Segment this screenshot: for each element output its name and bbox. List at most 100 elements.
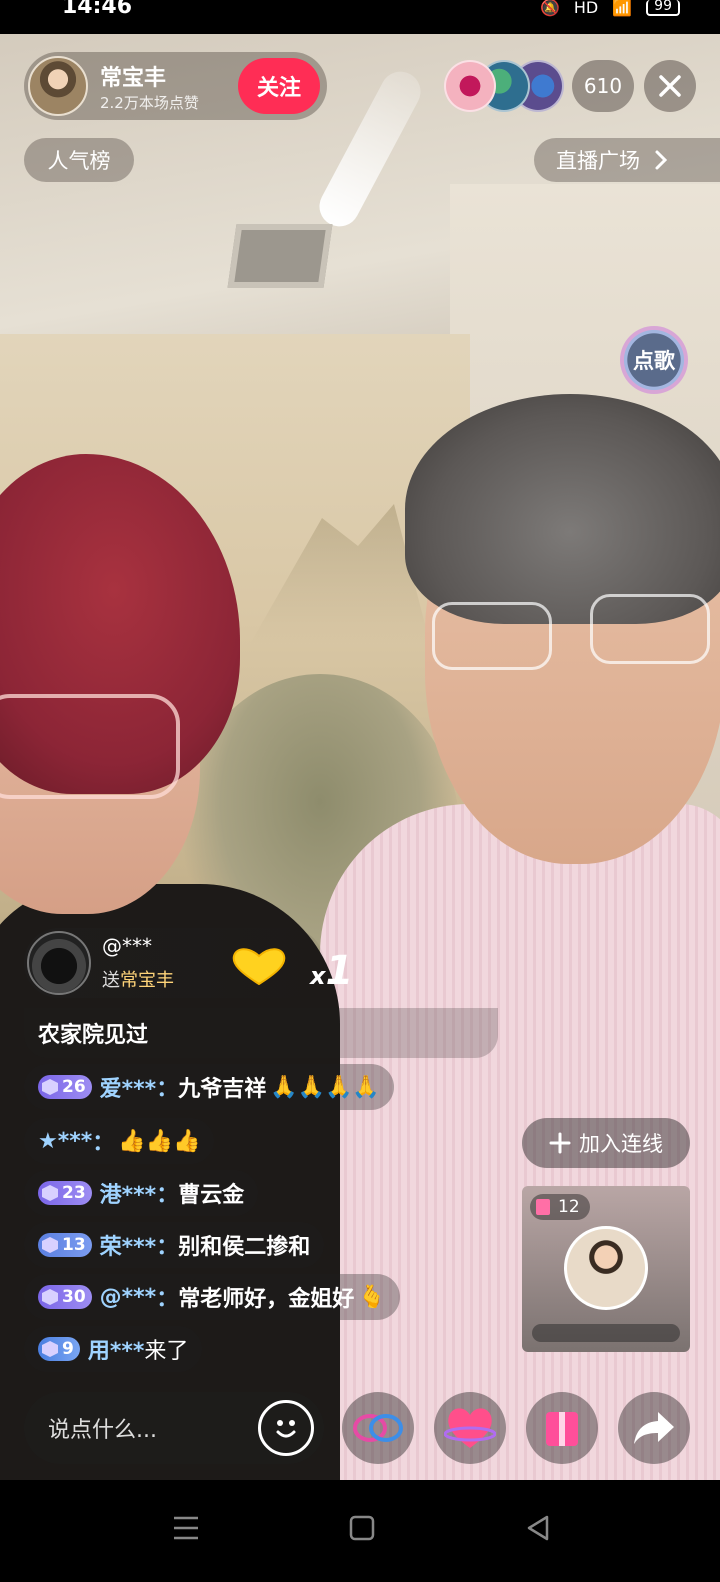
comment-user[interactable]: ★*** [38,1129,92,1154]
gift-send-prefix: 送 [102,970,120,991]
join-link-button[interactable]: 加入连线 [522,1118,690,1168]
menu-nav-button[interactable] [166,1508,206,1548]
comment-separator: ： [156,1183,179,1208]
woman-glasses [0,694,180,799]
comment-row[interactable]: 13 荣*** ： 别和侯二掺和 [24,1222,325,1268]
network-label: HD [573,0,599,17]
gift-sender-name: @*** [102,934,152,958]
live-plaza-label: 直播广场 [556,149,640,173]
level-badge: 30 [38,1285,92,1309]
man-glasses-left [432,602,552,670]
comment-separator: ： [156,1287,179,1312]
mini-player-caption [532,1324,680,1342]
comment-separator: ： [92,1131,115,1156]
status-indicators: 🔕 HD 📶 99 [540,0,680,17]
mute-icon: 🔕 [539,0,560,17]
follow-button[interactable]: 关注 [238,58,320,114]
mini-player-badge: 12 [530,1194,590,1220]
close-icon [659,75,681,97]
yellow-heart-icon [232,948,286,986]
man-glasses-right [590,594,710,664]
comment-text: 农家院见过 [38,1023,149,1048]
comment-user[interactable]: 荣*** [100,1229,157,1261]
popularity-rank-button[interactable]: 人气榜 [24,138,134,182]
status-bar: 14:46 🔕 HD 📶 99 [0,0,720,34]
live-plaza-button[interactable]: 直播广场 [534,138,720,182]
level-badge: 13 [38,1233,92,1257]
share-button[interactable] [618,1392,690,1464]
emoji-button[interactable] [258,1400,314,1456]
comment-separator: ： [156,1077,179,1102]
gift-multiplier-prefix: x [310,962,326,990]
gift-recipient-line: 送常宝丰 [102,966,174,992]
level-gem-icon [42,1289,58,1305]
level-number: 23 [62,1183,86,1203]
comment-row[interactable]: 26 爱*** ： 九爷吉祥 🙏🙏🙏🙏 [24,1064,394,1110]
level-number: 9 [62,1339,74,1359]
comment-text: 曹云金 [178,1183,245,1208]
gift-icon [536,1199,550,1215]
comment-user[interactable]: 港*** [100,1177,157,1209]
close-button[interactable] [644,60,696,112]
gift-icon [546,1412,578,1446]
level-number: 26 [62,1077,86,1097]
level-badge: 26 [38,1075,92,1099]
comment-row[interactable]: ★*** ： 👍👍👍 [24,1118,215,1164]
comment-row[interactable]: 23 港*** ： 曹云金 [24,1170,259,1216]
emoji-icon [276,1420,296,1438]
level-gem-icon [42,1237,58,1253]
gift-sender-avatar[interactable] [27,931,91,995]
level-badge: 23 [38,1181,92,1205]
host-info[interactable]: 常宝丰 2.2万本场点赞 关注 [24,52,327,120]
finger-heart-emoji-icon: 🫰 [358,1284,386,1310]
comment-row[interactable]: 30 @*** ： 常老师好，金姐好 🫰 [24,1274,400,1320]
level-gem-icon [42,1341,58,1357]
top-viewers[interactable] [444,60,564,112]
link-icon [353,1414,403,1442]
scene-vent [227,224,333,288]
comment-user[interactable]: @*** [100,1285,157,1310]
comment-row[interactable]: 农家院见过 [24,1008,498,1058]
man-hair [405,394,720,624]
comment-text: 常老师好，金姐好 [178,1287,355,1312]
level-number: 13 [62,1235,86,1255]
comment-separator: ： [156,1235,179,1260]
comment-text: 来了 [144,1339,189,1364]
viewer-count[interactable]: 610 [572,60,634,112]
level-gem-icon [42,1079,58,1095]
gift-multiplier-value: 1 [325,948,354,994]
level-gem-icon [42,1185,58,1201]
song-request-button[interactable]: 点歌 [620,326,688,394]
menu-icon [174,1516,198,1540]
gift-recipient: 常宝丰 [120,970,174,991]
link-button[interactable] [342,1392,414,1464]
viewer-avatar[interactable] [444,60,496,112]
heart-button[interactable] [434,1392,506,1464]
home-nav-button[interactable] [342,1508,382,1548]
host-name: 常宝丰 [100,66,167,91]
host-avatar[interactable] [28,56,88,116]
comment-text: 别和侯二掺和 [178,1235,311,1260]
level-badge: 9 [38,1337,80,1361]
status-time: 14:46 [62,0,133,19]
comment-user[interactable]: 用*** [88,1333,145,1365]
comment-row[interactable]: 9 用*** 来了 [24,1326,203,1372]
gift-button[interactable] [526,1392,598,1464]
mini-player-count: 12 [558,1197,580,1217]
share-icon [634,1412,674,1444]
pray-emoji-icon: 🙏🙏🙏🙏 [270,1074,380,1100]
heart-icon [444,1408,496,1448]
level-number: 30 [62,1287,86,1307]
gift-multiplier: x1 [310,948,353,994]
host-likes: 2.2万本场点赞 [100,94,199,112]
comment-user[interactable]: 爱*** [100,1071,157,1103]
comment-text: 九爷吉祥 [178,1077,267,1102]
plus-icon [549,1132,571,1154]
system-nav-bar [0,1480,720,1582]
mini-player[interactable]: 12 [522,1186,690,1352]
thumbs-up-emoji-icon: 👍👍👍 [118,1128,201,1154]
back-nav-button[interactable] [518,1508,558,1548]
join-link-label: 加入连线 [579,1132,663,1156]
mini-player-avatar[interactable] [564,1226,648,1310]
battery-indicator: 99 [646,0,680,16]
